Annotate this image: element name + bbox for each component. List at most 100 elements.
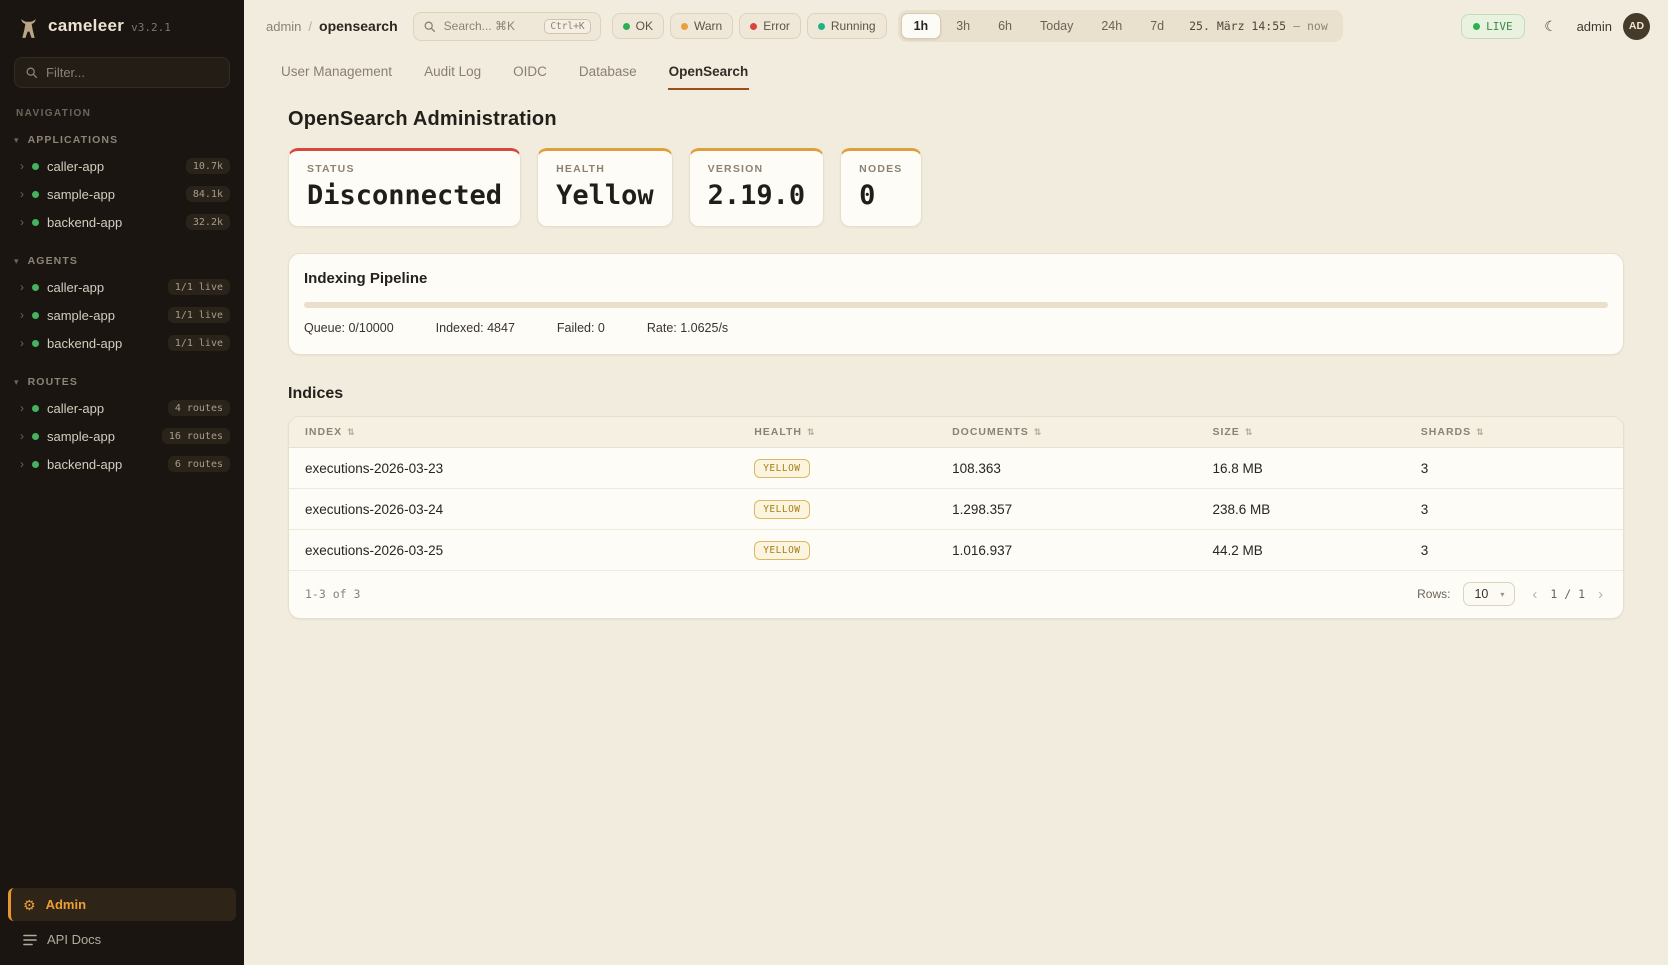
filter-label: Warn — [694, 19, 722, 33]
column-label: SHARDS — [1421, 426, 1471, 438]
username-label: admin — [1577, 19, 1612, 34]
chevron-right-icon: › — [20, 188, 24, 200]
indices-table: INDEX ⇅ HEALTH ⇅ DOCUMENTS ⇅ SIZE ⇅ SHAR… — [288, 416, 1624, 619]
time-range-3h[interactable]: 3h — [943, 13, 983, 39]
sidebar-item-label: caller-app — [47, 159, 104, 174]
time-range-display[interactable]: 25. März 14:55 — now — [1179, 19, 1340, 33]
filter-label: OK — [636, 19, 653, 33]
section-header-routes[interactable]: ▾ ROUTES — [0, 373, 244, 394]
stat-label: STATUS — [307, 163, 502, 175]
breadcrumb-parent[interactable]: admin — [266, 19, 301, 34]
cell-size: 238.6 MB — [1212, 502, 1420, 517]
time-range-today[interactable]: Today — [1027, 13, 1086, 39]
filter-pill-error[interactable]: Error — [739, 13, 801, 39]
sidebar-item-routes-caller-app[interactable]: › caller-app 4 routes — [0, 394, 244, 422]
tab-oidc[interactable]: OIDC — [512, 56, 548, 90]
tab-audit-log[interactable]: Audit Log — [423, 56, 482, 90]
column-header-size[interactable]: SIZE ⇅ — [1212, 426, 1420, 438]
pipeline-stats: Queue: 0/10000 Indexed: 4847 Failed: 0 R… — [304, 321, 1608, 335]
now-label: now — [1307, 19, 1328, 33]
cell-documents: 1.016.937 — [952, 543, 1212, 558]
live-badge[interactable]: LIVE — [1461, 14, 1525, 39]
status-dot — [32, 405, 39, 412]
breadcrumb: admin / opensearch — [266, 18, 398, 34]
sidebar-item-agents-backend-app[interactable]: › backend-app 1/1 live — [0, 329, 244, 357]
section-header-applications[interactable]: ▾ APPLICATIONS — [0, 131, 244, 152]
filter-pill-running[interactable]: Running — [807, 13, 887, 39]
app-name: cameleer — [48, 16, 124, 36]
sidebar-filter-input[interactable] — [46, 65, 219, 80]
cell-index-name: executions-2026-03-23 — [305, 461, 754, 476]
datetime-label: 25. März 14:55 — [1189, 19, 1286, 33]
count-badge: 4 routes — [168, 400, 230, 416]
stat-label: VERSION — [708, 163, 806, 175]
chevron-right-icon: › — [20, 430, 24, 442]
time-range-selector: 1h 3h 6h Today 24h 7d 25. März 14:55 — n… — [898, 10, 1343, 42]
count-badge: 6 routes — [168, 456, 230, 472]
chevron-right-icon: › — [20, 337, 24, 349]
sidebar-item-applications-backend-app[interactable]: › backend-app 32.2k — [0, 208, 244, 236]
time-range-6h[interactable]: 6h — [985, 13, 1025, 39]
column-header-documents[interactable]: DOCUMENTS ⇅ — [952, 426, 1212, 438]
stat-value: 2.19.0 — [708, 180, 806, 211]
sidebar-item-label: sample-app — [47, 308, 115, 323]
time-range-1h[interactable]: 1h — [901, 13, 942, 39]
sort-icon: ⇅ — [807, 427, 816, 438]
live-status-dot — [1473, 23, 1480, 30]
section-header-agents[interactable]: ▾ AGENTS — [0, 252, 244, 273]
sidebar-item-applications-sample-app[interactable]: › sample-app 84.1k — [0, 180, 244, 208]
column-header-index[interactable]: INDEX ⇅ — [305, 426, 754, 438]
time-range-24h[interactable]: 24h — [1088, 13, 1135, 39]
table-row[interactable]: executions-2026-03-25 YELLOW 1.016.937 4… — [289, 530, 1623, 571]
pipeline-progress-bar — [304, 302, 1608, 308]
table-header-row: INDEX ⇅ HEALTH ⇅ DOCUMENTS ⇅ SIZE ⇅ SHAR… — [289, 417, 1623, 448]
count-badge: 16 routes — [162, 428, 230, 444]
status-dot — [32, 433, 39, 440]
avatar[interactable]: AD — [1623, 13, 1650, 40]
count-badge: 1/1 live — [168, 335, 230, 351]
sidebar-item-routes-sample-app[interactable]: › sample-app 16 routes — [0, 422, 244, 450]
sidebar-item-api-docs[interactable]: API Docs — [8, 921, 236, 949]
chevron-right-icon: › — [20, 281, 24, 293]
column-header-shards[interactable]: SHARDS ⇅ — [1421, 426, 1607, 438]
sidebar-item-admin[interactable]: ⚙ Admin — [8, 888, 236, 921]
table-row[interactable]: executions-2026-03-24 YELLOW 1.298.357 2… — [289, 489, 1623, 530]
status-dot — [32, 312, 39, 319]
chevron-right-icon: › — [20, 216, 24, 228]
chevron-down-icon: ▾ — [1500, 590, 1504, 599]
sidebar-item-applications-caller-app[interactable]: › caller-app 10.7k — [0, 152, 244, 180]
sidebar-filter[interactable] — [14, 57, 230, 88]
filter-label: Error — [763, 19, 790, 33]
sidebar-item-routes-backend-app[interactable]: › backend-app 6 routes — [0, 450, 244, 478]
filter-pill-ok[interactable]: OK — [612, 13, 664, 39]
table-row[interactable]: executions-2026-03-23 YELLOW 108.363 16.… — [289, 448, 1623, 489]
next-page-button[interactable]: › — [1594, 586, 1607, 603]
rows-per-page-select[interactable]: 10 ▾ — [1463, 582, 1515, 606]
tab-opensearch[interactable]: OpenSearch — [668, 56, 750, 90]
search-icon — [25, 66, 38, 79]
tab-database[interactable]: Database — [578, 56, 638, 90]
filter-pill-warn[interactable]: Warn — [670, 13, 733, 39]
section-label: AGENTS — [28, 255, 78, 267]
global-search[interactable]: Search... ⌘K Ctrl+K — [413, 12, 601, 41]
sidebar-item-agents-caller-app[interactable]: › caller-app 1/1 live — [0, 273, 244, 301]
prev-page-button[interactable]: ‹ — [1528, 586, 1541, 603]
time-range-7d[interactable]: 7d — [1137, 13, 1177, 39]
error-status-dot — [750, 23, 757, 30]
column-header-health[interactable]: HEALTH ⇅ — [754, 426, 952, 438]
pipeline-rate: Rate: 1.0625/s — [647, 321, 728, 335]
tab-user-management[interactable]: User Management — [280, 56, 393, 90]
status-dot — [32, 163, 39, 170]
column-label: INDEX — [305, 426, 342, 438]
health-badge: YELLOW — [754, 500, 809, 519]
pipeline-queue: Queue: 0/10000 — [304, 321, 394, 335]
sidebar-section-agents: ▾ AGENTS › caller-app 1/1 live › sample-… — [0, 252, 244, 357]
cell-size: 16.8 MB — [1212, 461, 1420, 476]
caret-down-icon: ▾ — [14, 135, 20, 146]
count-badge: 1/1 live — [168, 279, 230, 295]
stat-value: Yellow — [556, 180, 654, 211]
count-badge: 84.1k — [186, 186, 230, 202]
sidebar-item-agents-sample-app[interactable]: › sample-app 1/1 live — [0, 301, 244, 329]
theme-toggle-button[interactable]: ☾ — [1536, 11, 1566, 41]
section-label: ROUTES — [28, 376, 78, 388]
